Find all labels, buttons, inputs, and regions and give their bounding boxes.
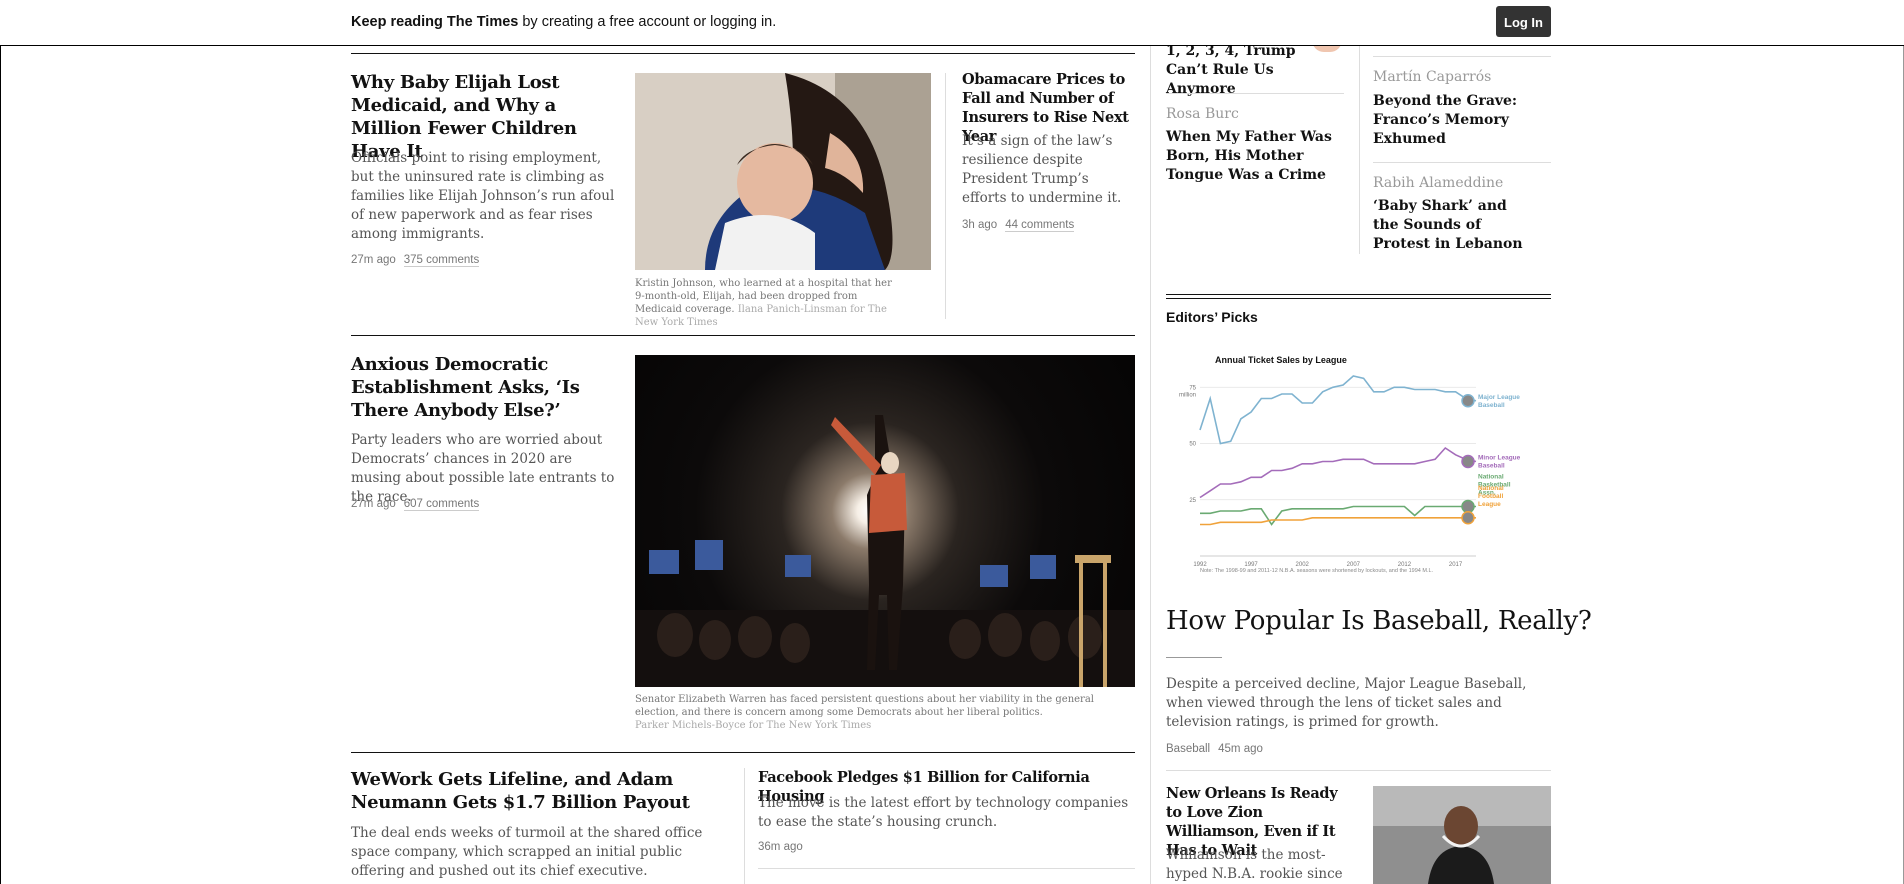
opinion-divider: [1373, 162, 1551, 163]
section-label[interactable]: Baseball: [1166, 743, 1210, 755]
timestamp: 27m ago: [351, 498, 396, 510]
editors-picks-rule: [1166, 298, 1551, 299]
story-headline[interactable]: Anxious Democratic Establishment Asks, ‘…: [351, 353, 621, 422]
section-rule: [351, 335, 1135, 336]
story-divider: [744, 768, 745, 884]
series-label: National: [1478, 474, 1504, 481]
comments-link[interactable]: 375 comments: [403, 254, 480, 267]
column-divider: [1150, 46, 1151, 884]
story-photo-mother-child[interactable]: [635, 73, 931, 270]
short-rule: [1166, 657, 1222, 658]
editors-picks-label: Editors’ Picks: [1166, 309, 1258, 325]
opinion-title[interactable]: When My Father Was Born, His Mother Tong…: [1166, 128, 1341, 185]
section-rule: [351, 752, 1135, 753]
series-label: Baseball: [1478, 402, 1505, 409]
account-banner: Keep reading The Times by creating a fre…: [0, 0, 1904, 46]
player-avatar-marker: [1461, 499, 1475, 514]
chart-note: Note: The 1998-99 and 2011-12 N.B.A. sea…: [1200, 568, 1434, 574]
story-photo-zion[interactable]: [1373, 786, 1551, 884]
opinion-title[interactable]: 1, 2, 3, 4, Trump Can’t Rule Us Anymore: [1166, 42, 1336, 99]
editors-picks-headline[interactable]: How Popular Is Baseball, Really?: [1166, 606, 1592, 636]
story-meta: 36m ago: [758, 841, 803, 853]
ticket-sales-chart[interactable]: Annual Ticket Sales by League 75 million 5…: [1166, 350, 1556, 590]
story-summary: Officials point to rising employment, bu…: [351, 150, 615, 242]
story-summary: The move is the latest effort by technol…: [758, 795, 1129, 830]
photo-caption: Senator Elizabeth Warren has faced persi…: [635, 694, 1094, 731]
chart-series-labels: Major LeagueBaseballMinor LeagueBaseball…: [1478, 394, 1521, 508]
story-summary: Party leaders who are worried about Demo…: [351, 432, 615, 505]
story-summary: It’s a sign of the law’s resilience desp…: [962, 133, 1122, 206]
opinion-divider: [1166, 93, 1344, 94]
section-rule: [351, 53, 1135, 54]
story-meta: 27m ago 607 comments: [351, 498, 480, 511]
chart-lines: [1199, 375, 1477, 526]
story-meta: 27m ago 375 comments: [351, 254, 480, 267]
opinion-author: Martín Caparrós: [1373, 69, 1492, 85]
story-photo-warren-rally[interactable]: [635, 355, 1135, 687]
y-tick-unit: million: [1179, 392, 1196, 398]
series-line: [1199, 446, 1477, 499]
player-avatar-marker: [1461, 454, 1475, 469]
series-line: [1199, 375, 1477, 445]
story-divider: [945, 73, 946, 319]
story-summary: Williamson is the most-hyped N.B.A. rook…: [1166, 847, 1343, 882]
chart-y-ticks: 75million 50 25: [1179, 385, 1197, 504]
story-summary: The deal ends weeks of turmoil at the sh…: [351, 825, 703, 879]
series-label: League: [1478, 501, 1501, 508]
chart-title: Annual Ticket Sales by League: [1215, 355, 1347, 365]
timestamp: 45m ago: [1218, 743, 1263, 755]
opinion-column-divider: [1359, 46, 1360, 254]
login-button[interactable]: Log In: [1496, 6, 1551, 37]
opinion-title[interactable]: ‘Baby Shark’ and the Sounds of Protest i…: [1373, 197, 1528, 254]
opinion-author: Rosa Burc: [1166, 106, 1239, 122]
series-label: Minor League: [1478, 455, 1521, 462]
editors-picks-summary: Despite a perceived decline, Major Leagu…: [1166, 676, 1527, 730]
series-label: Football: [1478, 493, 1503, 500]
timestamp: 36m ago: [758, 841, 803, 853]
y-tick-label: 25: [1189, 498, 1196, 504]
photo-credit: Parker Michels-Boyce for The New York Ti…: [635, 720, 872, 731]
page-left-border: [0, 46, 1, 884]
opinion-title[interactable]: Beyond the Grave: Franco’s Memory Exhume…: [1373, 92, 1523, 149]
series-line: [1200, 517, 1476, 526]
series-label: National: [1478, 485, 1504, 492]
editors-picks-rule: [1166, 294, 1551, 295]
story-meta: Baseball 45m ago: [1166, 743, 1263, 755]
chart-grid: [1200, 386, 1476, 557]
timestamp: 3h ago: [962, 219, 998, 231]
opinion-author: Rabih Alameddine: [1373, 175, 1504, 191]
comments-link[interactable]: 607 comments: [403, 498, 480, 511]
series-label: Major League: [1478, 394, 1520, 401]
comments-link[interactable]: 44 comments: [1005, 219, 1075, 232]
x-tick-label: 2017: [1449, 562, 1463, 568]
timestamp: 27m ago: [351, 254, 396, 266]
banner-message: Keep reading The Times by creating a fre…: [351, 14, 777, 30]
story-divider: [1166, 770, 1551, 771]
y-tick-label: 50: [1189, 442, 1196, 448]
player-avatar-marker: [1461, 394, 1475, 408]
series-label: Baseball: [1478, 463, 1505, 470]
player-avatar-marker: [1461, 511, 1475, 525]
story-headline[interactable]: WeWork Gets Lifeline, and Adam Neumann G…: [351, 768, 731, 814]
opinion-divider: [1373, 56, 1551, 57]
story-meta: 3h ago 44 comments: [962, 219, 1075, 232]
y-tick-label: 75: [1189, 385, 1196, 391]
section-rule: [758, 868, 1135, 869]
photo-caption: Kristin Johnson, who learned at a hospit…: [635, 278, 892, 328]
